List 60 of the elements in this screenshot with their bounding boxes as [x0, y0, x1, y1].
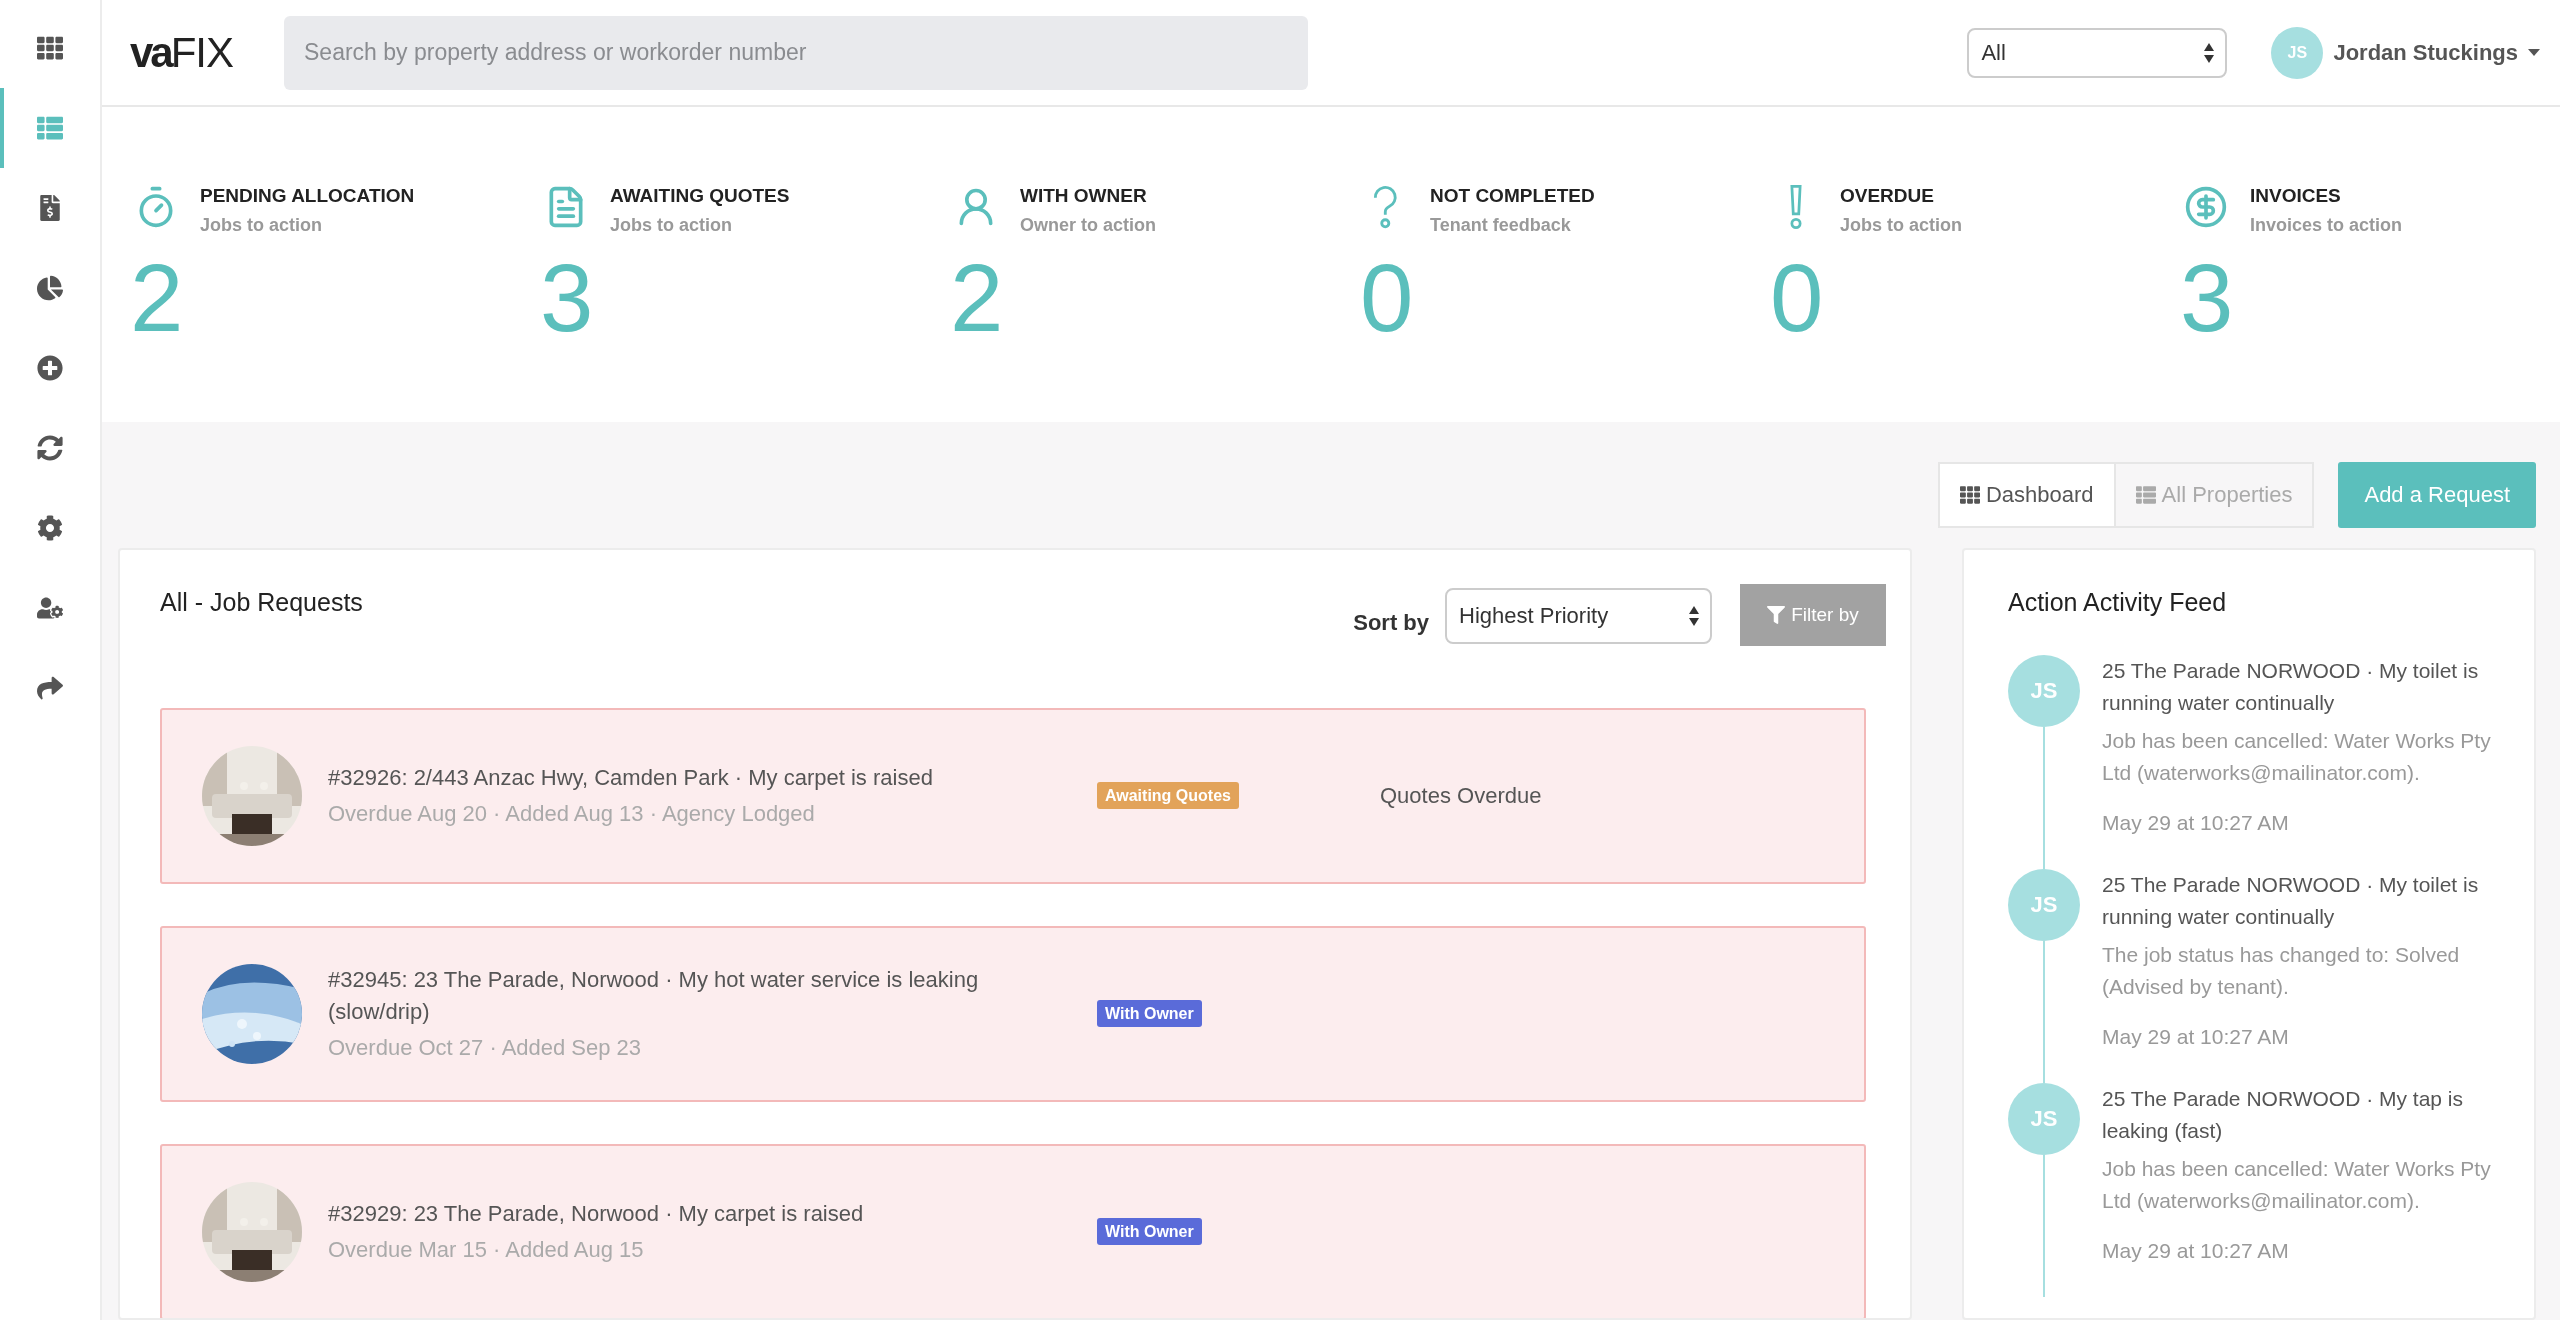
job-title: #32929: 23 The Parade, Norwood · My carpet is raised: [328, 1200, 865, 1228]
status-badge: With Owner: [1097, 1218, 1202, 1245]
caret-icon: [2528, 49, 2540, 56]
view-tab[interactable]: Dashboard: [1937, 462, 2116, 528]
stat-title: NOT COMPLETED: [1430, 185, 1596, 207]
grid-icon: [1959, 485, 1980, 505]
stepper-icon: [1688, 605, 1700, 627]
sort-select[interactable]: Highest Priority: [1445, 588, 1712, 644]
job-meta: Overdue Oct 27 · Added Sep 23: [328, 1034, 643, 1062]
feed-title: 25 The Parade NORWOOD · My tap is leaking (fast): [2102, 1086, 2464, 1144]
stat-count: 3: [2180, 250, 2235, 346]
stat-count: 2: [130, 250, 185, 346]
user-menu[interactable]: JS Jordan Stuckings: [2271, 26, 2540, 79]
stat-title: INVOICES: [2250, 185, 2342, 207]
feed-title: 25 The Parade NORWOOD · My toilet is running water continually: [2102, 872, 2480, 930]
status-badge: Awaiting Quotes: [1097, 782, 1239, 809]
feed-time: May 29 at 10:27 AM: [2102, 810, 2290, 836]
job-row[interactable]: #32929: 23 The Parade, Norwood · My carpet is raised Overdue Mar 15 · Added Aug 15 With Owner: [160, 1144, 1866, 1318]
job-note: Quotes Overdue: [1380, 783, 1542, 809]
job-title: #32945: 23 The Parade, Norwood · My hot water service is leaking (slow/drip): [328, 966, 980, 1026]
stat-subtitle: Jobs to action: [200, 215, 323, 236]
avatar: JS: [2008, 869, 2080, 941]
avatar: JS: [2008, 655, 2080, 727]
feed-body: Job has been cancelled: Water Works Pty Ltd (waterworks@mailinator.com).: [2102, 1156, 2492, 1214]
stat-subtitle: Invoices to action: [2250, 215, 2404, 236]
search-field[interactable]: Search by property address or workorder number: [284, 15, 1308, 90]
stat-title: PENDING ALLOCATION: [200, 185, 416, 207]
filter-select[interactable]: All: [1967, 27, 2228, 78]
stat-subtitle: Jobs to action: [1840, 215, 1963, 236]
job-title: #32926: 2/443 Anzac Hwy, Camden Park · My carpet is raised: [328, 764, 934, 792]
feed-body: The job status has changed to: Solved (Advised by tenant).: [2102, 942, 2461, 1000]
feed-body: Job has been cancelled: Water Works Pty Ltd (waterworks@mailinator.com).: [2102, 728, 2492, 786]
stat-title: AWAITING QUOTES: [610, 185, 791, 207]
stat-title: OVERDUE: [1840, 185, 1935, 207]
exclamation-icon: [1788, 185, 1804, 229]
feed-time: May 29 at 10:27 AM: [2102, 1238, 2290, 1264]
job-row[interactable]: #32926: 2/443 Anzac Hwy, Camden Park · My carpet is raised Overdue Aug 20 · Added Aug 13 · Agency Lodged Awaiting Quotes Quotes Overdue: [160, 708, 1866, 884]
card-title: Action Activity Feed: [2008, 588, 2228, 617]
feed-title: 25 The Parade NORWOOD · My toilet is running water continually: [2102, 658, 2480, 716]
job-row[interactable]: #32945: 23 The Parade, Norwood · My hot water service is leaking (slow/drip) Overdue Oct 27 · Added Sep 23 With Owner: [160, 926, 1866, 1102]
filter-icon: [1767, 606, 1786, 624]
dollar-icon: [2184, 185, 2228, 229]
avatar: JS: [2008, 1083, 2080, 1155]
stepper-icon: [2203, 41, 2216, 64]
job-meta: Overdue Aug 20 · Added Aug 13 · Agency Lodged: [328, 800, 816, 828]
logo: vaFIX: [130, 28, 235, 77]
card-title: All - Job Requests: [160, 588, 364, 617]
stat-subtitle: Jobs to action: [610, 215, 733, 236]
job-meta: Overdue Mar 15 · Added Aug 15: [328, 1236, 645, 1264]
sort-label: Sort by: [1353, 610, 1429, 636]
status-badge: With Owner: [1097, 1000, 1202, 1027]
list-icon: [2135, 485, 2156, 505]
feed-time: May 29 at 10:27 AM: [2102, 1024, 2290, 1050]
stat-subtitle: Tenant feedback: [1430, 215, 1572, 236]
stat-title: WITH OWNER: [1020, 185, 1148, 207]
stat-count: 2: [950, 250, 1005, 346]
stat-count: 0: [1770, 250, 1825, 346]
stat-subtitle: Owner to action: [1020, 215, 1157, 236]
stat-count: 3: [540, 250, 595, 346]
stat-count: 0: [1360, 250, 1415, 346]
